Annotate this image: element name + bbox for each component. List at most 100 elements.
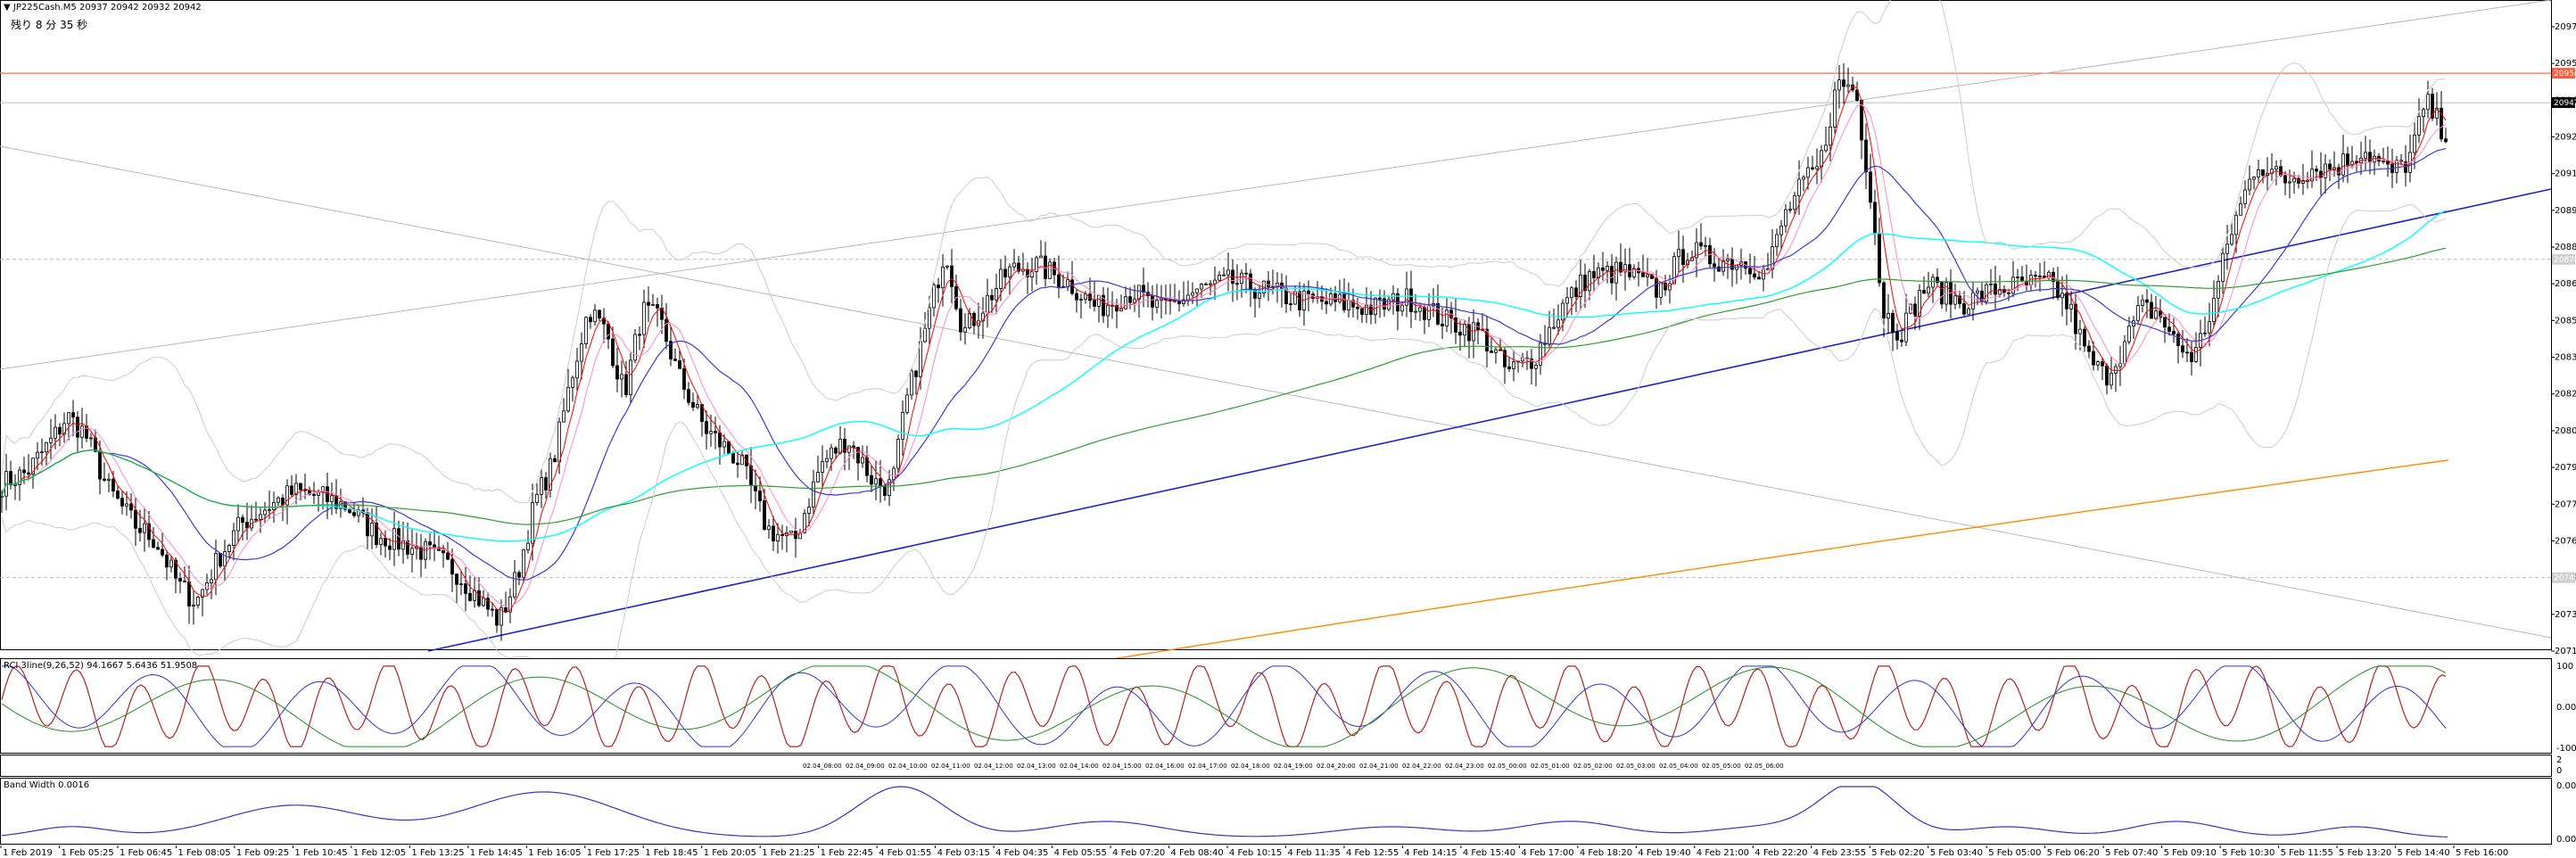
- candle: [593, 303, 597, 326]
- candle-body: [1913, 303, 1917, 317]
- candle: [794, 517, 797, 558]
- candle-body: [1209, 283, 1212, 285]
- candle-body: [40, 451, 44, 454]
- candle: [1204, 282, 1208, 285]
- candle-body: [2078, 328, 2082, 334]
- candle: [1820, 144, 1823, 183]
- candle-body: [1806, 167, 1810, 178]
- candle-body: [1829, 126, 1832, 146]
- time-tick-label: 1 Feb 10:45: [294, 848, 347, 858]
- candle: [2181, 329, 2184, 359]
- candle-body: [1191, 292, 1194, 296]
- candle-body: [714, 431, 717, 433]
- collapse-triangle-icon[interactable]: ▼: [4, 3, 11, 12]
- candle: [2288, 169, 2291, 199]
- candle-body: [896, 438, 900, 469]
- bandwidth-chart[interactable]: 0.0096 0.0005: [0, 778, 2576, 846]
- candle: [2221, 247, 2225, 294]
- candle-body: [169, 559, 173, 568]
- time-tick-label: 1 Feb 06:45: [120, 848, 172, 858]
- candle: [2176, 331, 2180, 364]
- candle-body: [54, 426, 57, 439]
- candle-body: [1887, 313, 1890, 319]
- candle: [504, 591, 508, 614]
- candle: [1891, 309, 1895, 351]
- candle: [932, 282, 936, 317]
- rci-chart[interactable]: 100 0.00 -100: [0, 658, 2576, 755]
- candle-body: [468, 592, 472, 601]
- candle: [1717, 259, 1721, 272]
- candle: [62, 412, 66, 443]
- candle-body: [812, 481, 815, 507]
- price-marker-current: 20942: [2552, 97, 2576, 109]
- candle-body: [2181, 345, 2184, 353]
- time-tick-label: 5 Feb 09:10: [2164, 848, 2217, 858]
- candle-body: [428, 541, 432, 546]
- candle-body: [187, 581, 191, 606]
- candle: [1574, 280, 1578, 313]
- candle-body: [736, 462, 739, 466]
- session-time-label: 02.04_17:00: [1188, 763, 1227, 770]
- candle: [1472, 309, 1475, 359]
- candle-body: [2069, 303, 2073, 309]
- time-axis[interactable]: 1 Feb 2019 1 Feb 05:25 1 Feb 06:45 1 Feb 08…: [0, 846, 2576, 858]
- candle-body: [682, 367, 686, 391]
- candle-body: [2234, 214, 2238, 235]
- candle-body: [2136, 305, 2140, 322]
- candle: [1218, 270, 1221, 282]
- candle: [254, 501, 258, 523]
- candle-body: [1900, 339, 1903, 342]
- candle: [2243, 180, 2247, 209]
- session-separator-pane[interactable]: 2 0 02.04_08:00 02.04_09:00 02.04_10:00 02.04…: [0, 755, 2576, 778]
- candle-body: [1137, 285, 1141, 300]
- candle: [71, 400, 75, 437]
- candle-body: [705, 421, 708, 434]
- session-time-label: 02.04_21:00: [1359, 763, 1399, 770]
- session-time-label: 02.04_12:00: [974, 763, 1013, 770]
- candle-body: [923, 327, 927, 342]
- candle: [633, 328, 637, 364]
- candle: [2167, 313, 2171, 336]
- candle-body: [629, 359, 632, 395]
- candle-body: [1235, 283, 1239, 285]
- main-chart-pane[interactable]: 2097320958209432092820913208982088320868…: [0, 0, 2576, 658]
- time-tick-label: 4 Feb 21:00: [1697, 848, 1749, 858]
- candle-body: [767, 525, 771, 530]
- candle: [1106, 287, 1110, 328]
- rci-short-line: [1, 665, 2447, 747]
- candle-body: [1570, 287, 1573, 299]
- candle-body: [107, 478, 111, 481]
- candle: [1235, 264, 1239, 301]
- candle-body: [2163, 317, 2167, 328]
- candle-body: [2230, 234, 2233, 245]
- candle: [1445, 298, 1449, 333]
- candle-body: [1864, 139, 1868, 173]
- rci-long-line: [1, 665, 2447, 747]
- candle: [2172, 318, 2176, 343]
- candle: [103, 462, 106, 483]
- candle-body: [995, 288, 998, 301]
- price-chart[interactable]: 2097320958209432092820913208982088320868…: [0, 0, 2576, 658]
- session-time-label: 02.04_19:00: [1274, 763, 1313, 770]
- price-marker-red: 20954: [2552, 68, 2576, 79]
- trendline-gray-rising: [0, 0, 2552, 370]
- candle: [1936, 268, 1939, 286]
- candle: [2105, 363, 2109, 395]
- time-tick-label: 4 Feb 23:55: [1813, 848, 1866, 858]
- candle: [13, 474, 17, 500]
- candle-body: [49, 437, 53, 443]
- bandwidth-indicator-pane[interactable]: 0.0096 0.0005 Band Width 0.0016: [0, 778, 2576, 846]
- candle: [245, 502, 249, 540]
- candle: [1302, 283, 1306, 326]
- candle: [165, 549, 169, 581]
- candle: [232, 523, 235, 561]
- candle-body: [103, 478, 106, 481]
- session-time-label: 02.05_01:00: [1531, 763, 1570, 770]
- candle: [2194, 332, 2198, 363]
- candle: [250, 505, 253, 532]
- candle-body: [406, 540, 409, 555]
- candle-body: [58, 426, 62, 435]
- candle: [1186, 280, 1190, 307]
- rci-indicator-pane[interactable]: 100 0.00 -100 RCI 3line(9,26,52) 94.1667 5…: [0, 658, 2576, 755]
- candle-body: [241, 516, 244, 523]
